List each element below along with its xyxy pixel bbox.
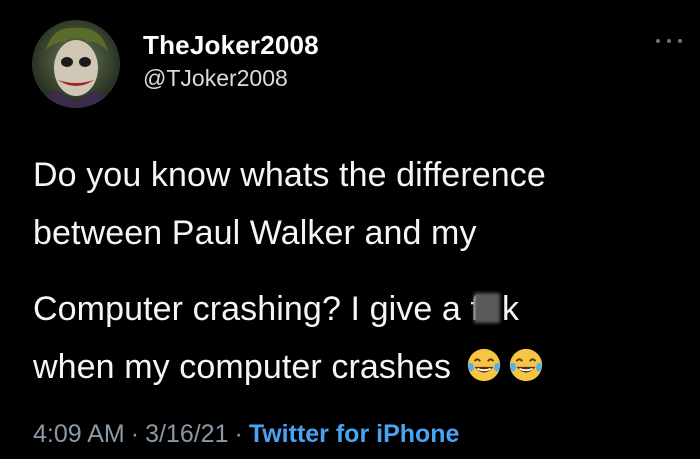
tweet-line-3-start: Computer crashing? I give a f <box>33 290 481 328</box>
tears-of-joy-emoji-icon <box>507 346 545 384</box>
tweet-meta: 4:09 AM · 3/16/21 · Twitter for iPhone <box>33 420 459 449</box>
dot <box>656 39 660 43</box>
tweet-date[interactable]: 3/16/21 <box>145 420 228 448</box>
tweet-line-2: between Paul Walker and my <box>33 214 477 252</box>
tweet-line-4-text: when my computer crashes <box>33 348 452 386</box>
display-name[interactable]: TheJoker2008 <box>143 30 319 60</box>
tweet-text: Do you know whats the difference between… <box>33 146 683 396</box>
dot <box>678 39 682 43</box>
censor-block <box>474 293 501 323</box>
tweet-line-4: when my computer crashes <box>33 338 683 396</box>
more-options-icon[interactable] <box>656 36 682 46</box>
meta-separator: · <box>234 420 243 448</box>
user-handle[interactable]: @TJoker2008 <box>143 63 319 93</box>
tweet-line-3-end: k <box>502 290 520 328</box>
dot <box>667 39 671 43</box>
tweet-source-link[interactable]: Twitter for iPhone <box>249 420 460 448</box>
tweet-card: TheJoker2008 @TJoker2008 Do you know wha… <box>0 0 700 459</box>
tears-of-joy-emoji-icon <box>465 346 503 384</box>
tweet-line-3: Computer crashing? I give a fuk <box>33 262 683 338</box>
tweet-time[interactable]: 4:09 AM <box>33 420 125 448</box>
joker-avatar-image <box>32 20 120 108</box>
avatar[interactable] <box>32 20 120 108</box>
meta-separator: · <box>130 420 140 448</box>
user-info: TheJoker2008 @TJoker2008 <box>143 30 319 93</box>
tweet-line-1: Do you know whats the difference <box>33 156 546 194</box>
